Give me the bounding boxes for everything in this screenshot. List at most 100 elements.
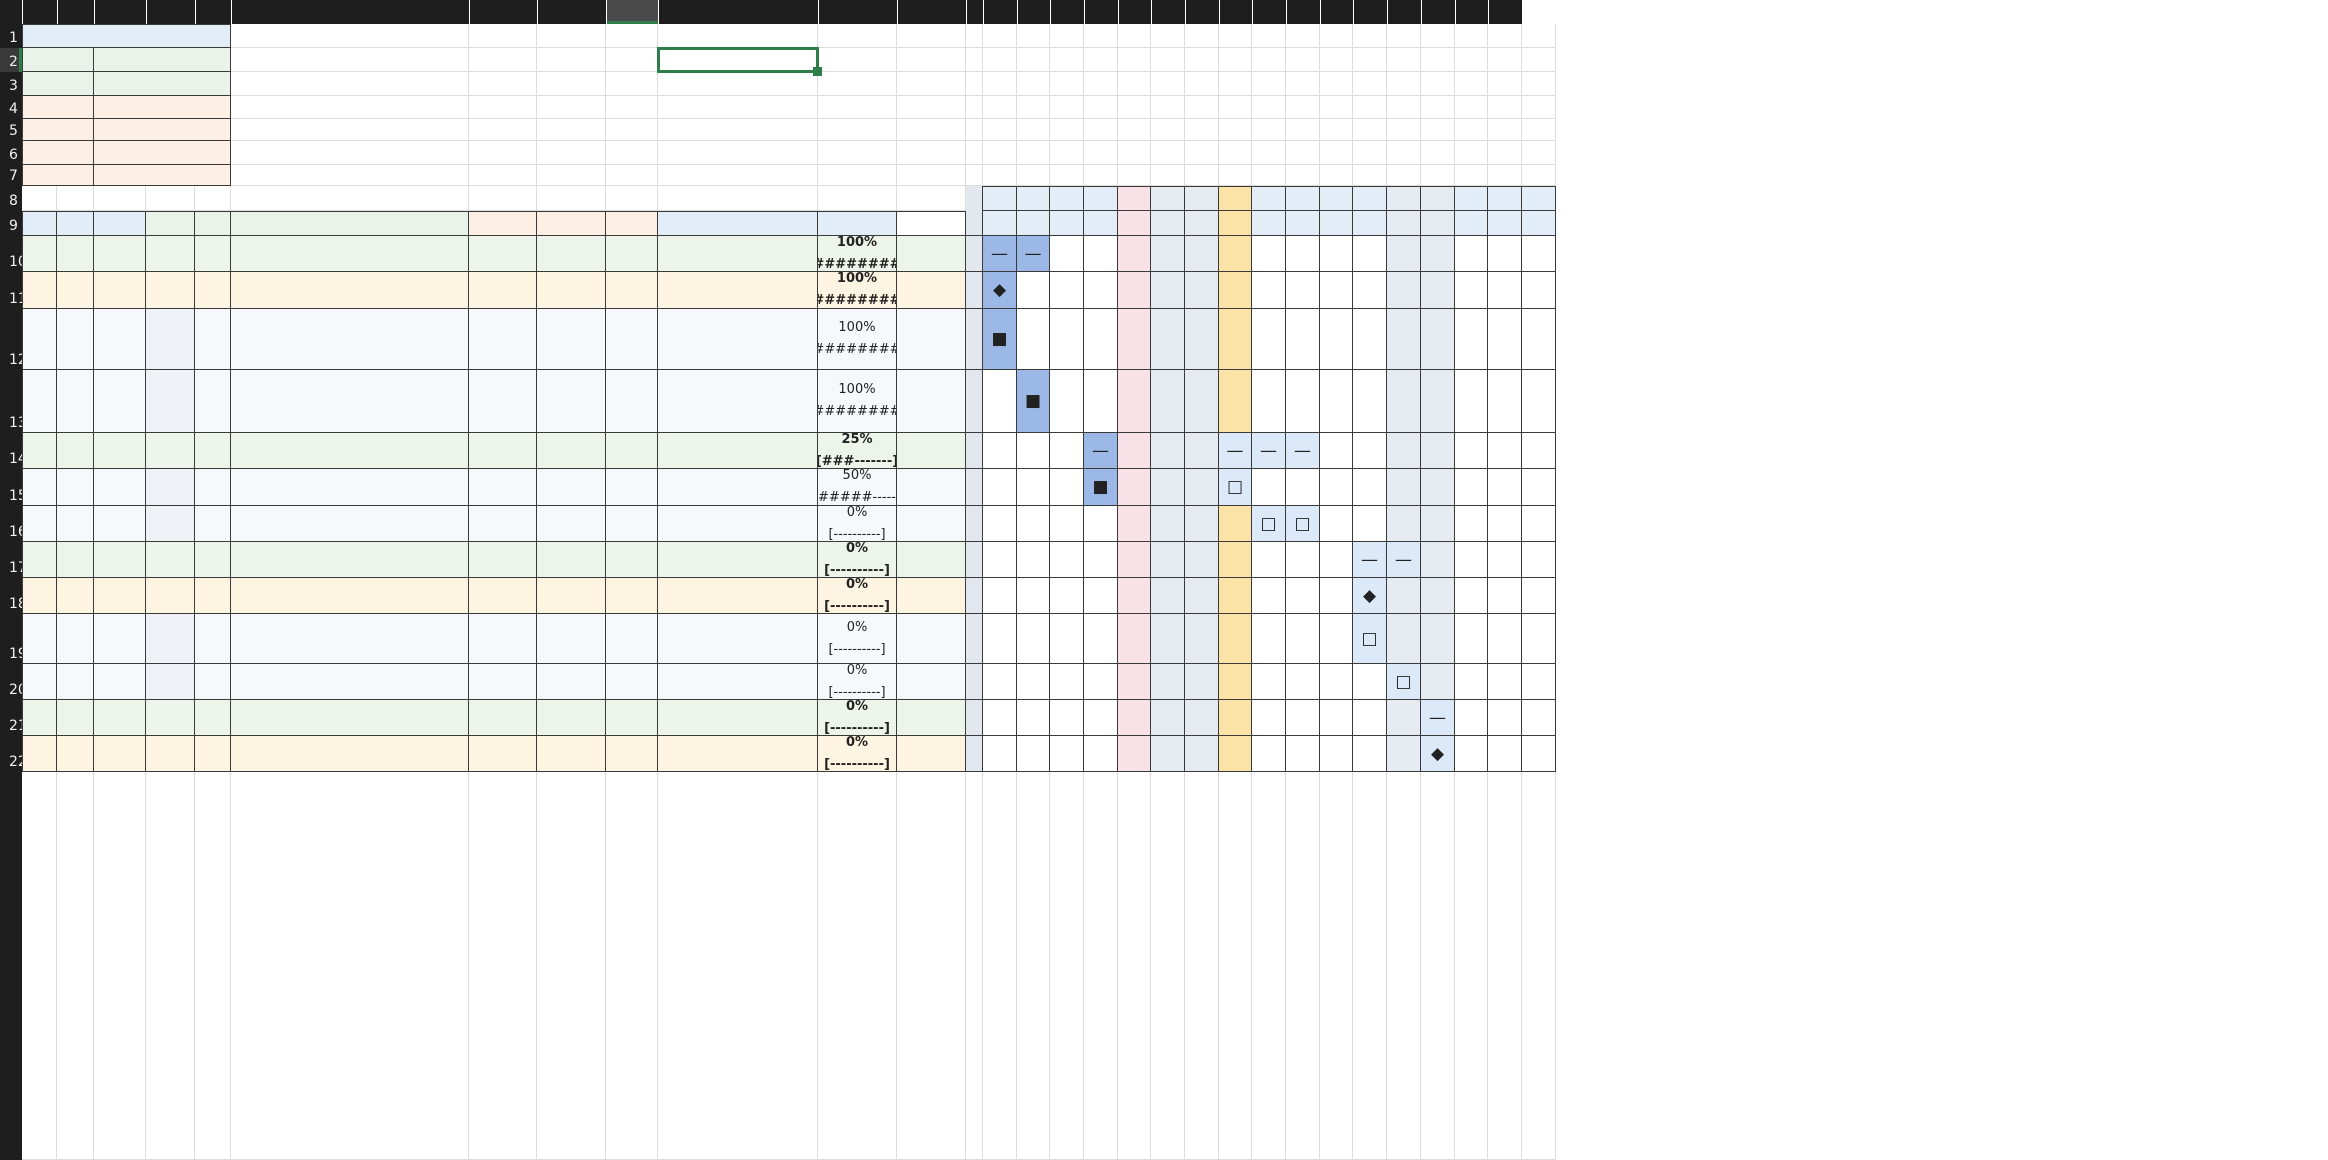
cell-undefined1[interactable]: [1522, 24, 1556, 48]
gantt-cell-7-3/23[interactable]: [1219, 506, 1252, 542]
row-header-6[interactable]: 6: [0, 141, 22, 165]
task-name-13[interactable]: [231, 736, 469, 772]
cell-AK1[interactable]: [1488, 24, 1522, 48]
cell-AA6[interactable]: [1151, 141, 1185, 165]
empty-cell[interactable]: [897, 772, 966, 1160]
gantt-cell-12-3/25[interactable]: [1286, 700, 1320, 736]
gantt-cell-8-3/19[interactable]: [1084, 542, 1118, 578]
gantt-cell-13-3/27[interactable]: [1353, 736, 1387, 772]
gantt-cell-6-3/17[interactable]: [1017, 469, 1050, 506]
cell-T2[interactable]: [897, 48, 966, 72]
gantt-cell-10-3/28[interactable]: [1387, 614, 1421, 664]
gantt-cell-12-4/1[interactable]: [1522, 700, 1556, 736]
task-end-11[interactable]: [537, 664, 606, 700]
cell-P5[interactable]: [818, 119, 897, 141]
gantt-cell-10-3/23[interactable]: [1219, 614, 1252, 664]
gantt-cell-3-3/30[interactable]: [1455, 309, 1488, 370]
gantt-cell-6-3/16[interactable]: [983, 469, 1017, 506]
task-owner-5[interactable]: [897, 433, 966, 469]
cell-AE1[interactable]: [1286, 24, 1320, 48]
cell-H7[interactable]: [469, 165, 537, 186]
info-value-1[interactable]: [94, 72, 231, 96]
empty-cell[interactable]: [22, 772, 57, 1160]
task-type-4[interactable]: [146, 370, 195, 433]
task-duration-9[interactable]: [606, 578, 658, 614]
gantt-cell-3-3/17[interactable]: [1017, 309, 1050, 370]
empty-cell[interactable]: [146, 772, 195, 1160]
gantt-cell-12-3/21[interactable]: [1151, 700, 1185, 736]
empty-cell[interactable]: [1252, 772, 1286, 1160]
gantt-cell-6-3/25[interactable]: [1286, 469, 1320, 506]
cell-P6[interactable]: [818, 141, 897, 165]
task-uid-9[interactable]: [22, 578, 57, 614]
task-detail-5[interactable]: [658, 433, 818, 469]
column-header-E[interactable]: [147, 0, 195, 24]
task-wbs-9[interactable]: [94, 578, 146, 614]
gantt-cell-1-3/22[interactable]: [1185, 236, 1219, 272]
cell-V1[interactable]: [983, 24, 1017, 48]
cell-Y6[interactable]: [1084, 141, 1118, 165]
gantt-cell-9-3/16[interactable]: [983, 578, 1017, 614]
cell-AK7[interactable]: [1488, 165, 1522, 186]
cell-P7[interactable]: [818, 165, 897, 186]
cell-AD1[interactable]: [1252, 24, 1286, 48]
cell-AB1[interactable]: [1185, 24, 1219, 48]
gantt-cell-5-3/26[interactable]: [1320, 433, 1353, 469]
gantt-cell-8-3/27[interactable]: —: [1353, 542, 1387, 578]
column-header-U[interactable]: [967, 0, 983, 24]
empty-cell[interactable]: [658, 772, 818, 1160]
cell-W4[interactable]: [1017, 96, 1050, 119]
column-header-AB[interactable]: [1186, 0, 1219, 24]
gantt-cell-1-3/21[interactable]: [1151, 236, 1185, 272]
cell-AH2[interactable]: [1387, 48, 1421, 72]
cell-AG1[interactable]: [1353, 24, 1387, 48]
gantt-cell-5-3/23[interactable]: —: [1219, 433, 1252, 469]
cell-AA3[interactable]: [1151, 72, 1185, 96]
task-start-9[interactable]: [469, 578, 537, 614]
gantt-cell-10-3/19[interactable]: [1084, 614, 1118, 664]
cell-T7[interactable]: [897, 165, 966, 186]
cell-AJ5[interactable]: [1455, 119, 1488, 141]
gantt-cell-2-3/29[interactable]: [1421, 272, 1455, 309]
gantt-cell-4-3/30[interactable]: [1455, 370, 1488, 433]
column-header-I[interactable]: [538, 0, 606, 24]
row-header-16[interactable]: 16: [0, 506, 22, 542]
gantt-cell-12-3/29[interactable]: —: [1421, 700, 1455, 736]
cell-V6[interactable]: [983, 141, 1017, 165]
cell-AI7[interactable]: [1421, 165, 1455, 186]
task-name-6[interactable]: [231, 469, 469, 506]
gantt-cell-12-3/20[interactable]: [1118, 700, 1151, 736]
task-name-10[interactable]: [231, 614, 469, 664]
task-start-5[interactable]: [469, 433, 537, 469]
gantt-cell-1-3/24[interactable]: [1252, 236, 1286, 272]
gantt-cell-7-3/29[interactable]: [1421, 506, 1455, 542]
task-owner-4[interactable]: [897, 370, 966, 433]
gantt-cell-3-3/22[interactable]: [1185, 309, 1219, 370]
task-start-8[interactable]: [469, 542, 537, 578]
task-start-13[interactable]: [469, 736, 537, 772]
task-end-13[interactable]: [537, 736, 606, 772]
empty-cell[interactable]: [1050, 772, 1084, 1160]
gantt-cell-8-3/29[interactable]: [1421, 542, 1455, 578]
cell-AI5[interactable]: [1421, 119, 1455, 141]
task-level-3[interactable]: [195, 309, 231, 370]
gantt-cell-7-3/27[interactable]: [1353, 506, 1387, 542]
empty-cell[interactable]: [983, 772, 1017, 1160]
cell-X2[interactable]: [1050, 48, 1084, 72]
cell-U5[interactable]: [966, 119, 983, 141]
cell-J5[interactable]: [606, 119, 658, 141]
task-duration-12[interactable]: [606, 700, 658, 736]
gantt-cell-5-3/31[interactable]: [1488, 433, 1522, 469]
column-header-AF[interactable]: [1321, 0, 1353, 24]
gantt-cell-12-3/30[interactable]: [1455, 700, 1488, 736]
task-name-3[interactable]: [231, 309, 469, 370]
cell-AJ6[interactable]: [1455, 141, 1488, 165]
task-level-11[interactable]: [195, 664, 231, 700]
gantt-cell-2-3/24[interactable]: [1252, 272, 1286, 309]
cell-J3[interactable]: [606, 72, 658, 96]
cell-H3[interactable]: [469, 72, 537, 96]
empty-cell[interactable]: [1219, 772, 1252, 1160]
task-start-4[interactable]: [469, 370, 537, 433]
gantt-cell-5-3/22[interactable]: [1185, 433, 1219, 469]
gantt-cell-5-3/24[interactable]: —: [1252, 433, 1286, 469]
